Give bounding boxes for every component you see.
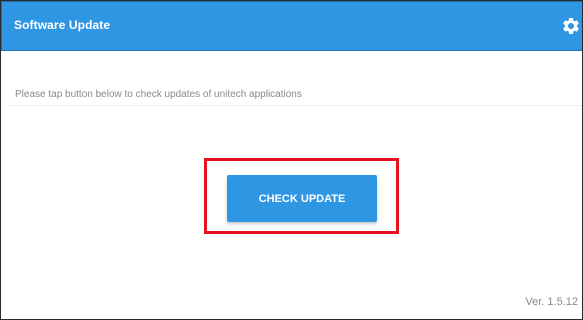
version-label: Ver. 1.5.12 — [525, 296, 578, 308]
gear-icon[interactable] — [561, 16, 581, 36]
divider — [9, 105, 582, 106]
check-update-button[interactable]: CHECK UPDATE — [227, 175, 377, 222]
app-bar: Software Update — [1, 1, 582, 51]
app-title: Software Update — [14, 18, 111, 32]
software-update-screen: Software Update Please tap button below … — [0, 0, 583, 320]
instruction-text: Please tap button below to check updates… — [15, 89, 302, 100]
